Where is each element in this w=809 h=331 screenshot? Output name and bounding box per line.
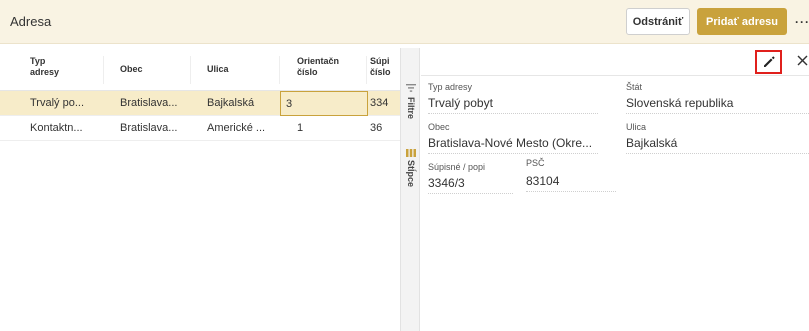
column-header-label: číslo: [370, 67, 391, 77]
header-bar: Adresa Odstrániť Pridať adresu ···: [0, 0, 809, 44]
cell-orientacne-cislo[interactable]: 3: [280, 91, 368, 116]
filters-tab[interactable]: Filtre: [406, 97, 416, 119]
cell-obec[interactable]: Bratislava...: [120, 122, 188, 134]
edit-button[interactable]: [755, 50, 782, 74]
psc-label: PSČ: [526, 158, 545, 168]
supisne-value[interactable]: 3346/3: [428, 176, 513, 194]
cell-typ[interactable]: Trvalý po...: [30, 97, 100, 109]
column-separator[interactable]: [279, 56, 280, 84]
columns-icon[interactable]: [406, 149, 416, 157]
column-header-obec[interactable]: Obec: [120, 64, 143, 75]
ulica-value[interactable]: Bajkalská: [626, 136, 809, 154]
side-tool-panel: Filtre Stĺpce: [400, 48, 420, 331]
table-row[interactable]: Kontaktn... Bratislava... Americké ... 1…: [0, 116, 400, 141]
column-separator[interactable]: [190, 56, 191, 84]
cell-ulica[interactable]: Americké ...: [207, 122, 277, 134]
pencil-icon: [763, 56, 775, 67]
column-separator[interactable]: [103, 56, 104, 84]
cell-typ[interactable]: Kontaktn...: [30, 122, 100, 134]
table-row[interactable]: Trvalý po... Bratislava... Bajkalská 3 3…: [0, 91, 400, 116]
filter-icon[interactable]: [406, 84, 416, 92]
cell-ulica[interactable]: Bajkalská: [207, 97, 277, 109]
column-header-orientacne-cislo[interactable]: Orientačn číslo: [297, 56, 339, 78]
cell-orientacne-cislo[interactable]: 1: [297, 122, 357, 134]
cell-supisne-cislo[interactable]: 36: [370, 122, 398, 134]
psc-value[interactable]: 83104: [526, 174, 616, 192]
more-options-button[interactable]: ···: [795, 15, 809, 29]
stat-label: Štát: [626, 82, 643, 92]
typ-adresy-value[interactable]: Trvalý pobyt: [428, 96, 598, 114]
obec-label: Obec: [428, 122, 450, 132]
cell-obec[interactable]: Bratislava...: [120, 97, 188, 109]
column-header-label: adresy: [30, 67, 60, 77]
column-header-supisne-cislo[interactable]: Súpi číslo: [370, 56, 391, 78]
stat-value[interactable]: Slovenská republika: [626, 96, 809, 114]
obec-value[interactable]: Bratislava-Nové Mesto (Okre...: [428, 136, 598, 154]
column-header-label: Orientačn: [297, 56, 340, 66]
table-header: Typ adresy Obec Ulica Orientačn číslo Sú…: [0, 48, 400, 91]
column-header-label: Súpi: [370, 56, 390, 66]
remove-button[interactable]: Odstrániť: [626, 8, 690, 35]
column-header-ulica[interactable]: Ulica: [207, 64, 229, 75]
column-header-typ-adresy[interactable]: Typ adresy: [30, 56, 59, 78]
typ-adresy-label: Typ adresy: [428, 82, 473, 92]
ulica-label: Ulica: [626, 122, 647, 132]
detail-panel-toolbar: [421, 48, 809, 76]
column-header-label: číslo: [297, 67, 318, 77]
page-title: Adresa: [10, 14, 52, 29]
add-address-button[interactable]: Pridať adresu: [697, 8, 787, 35]
columns-tab[interactable]: Stĺpce: [406, 160, 416, 187]
cell-supisne-cislo[interactable]: 334: [370, 97, 398, 109]
supisne-label: Súpisné / popi: [428, 162, 486, 172]
close-icon[interactable]: [796, 51, 809, 71]
column-separator[interactable]: [366, 56, 367, 84]
column-header-label: Typ: [30, 56, 46, 66]
